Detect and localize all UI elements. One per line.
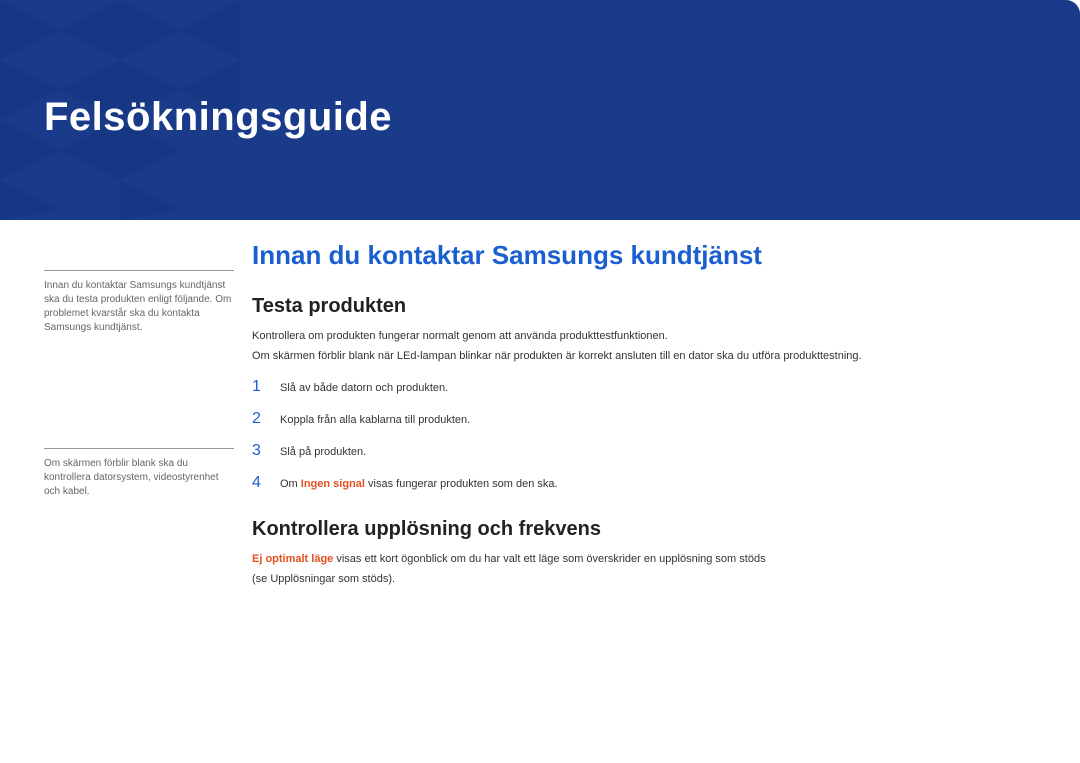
- step-number: 2: [252, 410, 266, 428]
- section1-p2: Om skärmen förblir blank när LEd-lampan …: [252, 348, 1042, 364]
- step-number: 4: [252, 474, 266, 492]
- section2-p1-suffix: visas ett kort ögonblick om du har valt …: [333, 553, 765, 565]
- step4-prefix: Om: [280, 478, 301, 490]
- banner: Felsökningsguide: [0, 0, 1080, 220]
- sidebar-note-text: Innan du kontaktar Samsungs kundtjänst s…: [44, 279, 234, 335]
- step-row: 4 Om Ingen signal visas fungerar produkt…: [252, 474, 1042, 492]
- step-number: 1: [252, 378, 266, 396]
- step-row: 2 Koppla från alla kablarna till produkt…: [252, 410, 1042, 428]
- section2-p2: (se Upplösningar som stöds).: [252, 571, 1042, 587]
- section2-p1-highlight: Ej optimalt läge: [252, 553, 333, 565]
- sidebar-note-text: Om skärmen förblir blank ska du kontroll…: [44, 457, 234, 499]
- section2: Kontrollera upplösning och frekvens Ej o…: [252, 518, 1042, 587]
- step-number: 3: [252, 442, 266, 460]
- section1-p1: Kontrollera om produkten fungerar normal…: [252, 328, 1042, 344]
- step-text: Om Ingen signal visas fungerar produkten…: [280, 478, 558, 490]
- section2-p1: Ej optimalt läge visas ett kort ögonblic…: [252, 551, 1042, 567]
- step-text: Slå på produkten.: [280, 446, 366, 458]
- step4-suffix: visas fungerar produkten som den ska.: [365, 478, 558, 490]
- step4-highlight: Ingen signal: [301, 478, 365, 490]
- sidebar-note-1: Innan du kontaktar Samsungs kundtjänst s…: [44, 270, 234, 335]
- steps-list: 1 Slå av både datorn och produkten. 2 Ko…: [252, 378, 1042, 492]
- section1-title: Testa produkten: [252, 295, 1042, 318]
- section2-title: Kontrollera upplösning och frekvens: [252, 518, 1042, 541]
- main-content: Innan du kontaktar Samsungs kundtjänst T…: [252, 240, 1042, 591]
- sidebar-note-2: Om skärmen förblir blank ska du kontroll…: [44, 448, 234, 499]
- step-row: 3 Slå på produkten.: [252, 442, 1042, 460]
- divider: [44, 448, 234, 449]
- main-heading: Innan du kontaktar Samsungs kundtjänst: [252, 240, 1042, 271]
- step-text: Koppla från alla kablarna till produkten…: [280, 414, 470, 426]
- step-row: 1 Slå av både datorn och produkten.: [252, 378, 1042, 396]
- step-text: Slå av både datorn och produkten.: [280, 382, 448, 394]
- divider: [44, 270, 234, 271]
- banner-title: Felsökningsguide: [44, 95, 392, 140]
